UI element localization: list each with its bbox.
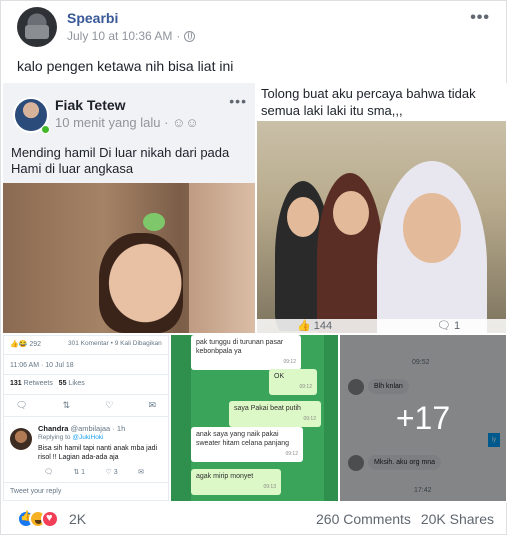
globe-icon[interactable]: [184, 30, 196, 42]
reply-icon: 🗨: [44, 469, 53, 476]
author-name[interactable]: Spearbi: [67, 10, 118, 26]
chat-time: 09:12: [303, 416, 316, 422]
post-timestamp[interactable]: July 10 at 10:36 AM: [67, 29, 172, 43]
retweets-count: 131: [10, 380, 22, 387]
chat-message-in: pak tunggu di turunan pasar kebonbpala y…: [191, 335, 301, 370]
reaction-bar: 👍 144 🗨 1: [257, 319, 506, 333]
likes-count: 55: [58, 380, 67, 387]
tweet-actions: 🗨 ⇅ ♡ ✉: [16, 400, 156, 411]
chat-text: saya Pakai beat putih: [234, 405, 301, 412]
reaction-summary: 👍😂 292: [10, 341, 42, 348]
reply-avatar: [10, 428, 32, 450]
chat-message-out: OK 09:12: [269, 369, 317, 395]
reply-author-handle: @ambilajaa · 1h: [70, 424, 126, 433]
author-avatar[interactable]: [17, 7, 57, 47]
post-header: Spearbi July 10 at 10:36 AM · •••: [17, 7, 494, 51]
chat-message-out: agak mirip monyet 09:13: [191, 469, 281, 495]
retweet-icon: ⇅ 1: [73, 469, 86, 476]
chat-message-out: saya Pakai beat putih 09:12: [229, 401, 321, 427]
chat-time: 09:12: [285, 451, 298, 457]
post-footer: 2K 260 Comments 20K Shares: [17, 509, 494, 531]
photo-tile-2[interactable]: Tolong buat aku percaya bahwa tidak semu…: [257, 83, 506, 333]
chat-message-in: anak saya yang naik pakai sweater hitam …: [191, 427, 303, 462]
meta-separator: ·: [176, 29, 181, 43]
reply-retweet-count: 1: [81, 469, 86, 476]
facebook-post: Spearbi July 10 at 10:36 AM · ••• kalo p…: [0, 0, 507, 535]
dm-icon: ✉: [148, 400, 156, 410]
blurred-region: [189, 183, 255, 333]
tweet-time: 11:06 AM · 10 Jul 18: [10, 362, 74, 369]
chat-text: OK: [274, 373, 285, 380]
tweet-reply-field: Tweet your reply: [10, 488, 62, 495]
face-shape: [333, 191, 369, 235]
screenshot-time-text: 10 menit yang lalu: [55, 115, 161, 130]
divider: [4, 482, 168, 483]
retweets-label: Retweets: [23, 380, 53, 387]
comment-count: 🗨 1: [437, 320, 461, 332]
chat-time: 09:13: [263, 484, 276, 490]
retweet-icon: ⇅: [62, 400, 71, 410]
reply-actions: 🗨 ⇅ 1 ♡ 3 ✉: [44, 468, 144, 476]
divider: [4, 354, 168, 355]
like-count-value: 144: [313, 320, 333, 332]
reply-text: Bisa sih hamil tapi nanti anak mba jadi …: [38, 445, 158, 461]
online-indicator-icon: [41, 125, 50, 134]
divider: [4, 374, 168, 375]
group-photo: [257, 121, 506, 333]
screenshot-time: 10 menit yang lalu · ☺☺: [55, 115, 199, 130]
photo-tile-1[interactable]: Fiak Tetew 10 menit yang lalu · ☺☺ ••• M…: [3, 83, 255, 333]
comment-share-summary: 301 Komentar • 9 Kali Dibagikan: [68, 340, 162, 347]
photo-grid: Fiak Tetew 10 menit yang lalu · ☺☺ ••• M…: [1, 83, 507, 503]
comments-count[interactable]: 260 Comments: [316, 511, 411, 527]
chat-text: anak saya yang naik pakai sweater hitam …: [196, 431, 290, 447]
replying-to-handle: @JukiHoki: [72, 434, 104, 441]
photo-tile-4[interactable]: pak tunggu di turunan pasar kebonbpala y…: [171, 335, 338, 501]
replying-to: Replying to @JukiHoki: [38, 434, 104, 441]
engagement-summary: 260 Comments 20K Shares: [316, 511, 494, 527]
divider: [4, 416, 168, 417]
more-photos-count[interactable]: +17: [340, 335, 506, 501]
chat-time: 09:12: [283, 359, 296, 365]
comment-count-value: 1: [454, 320, 461, 332]
reply-author-name: Chandra: [38, 424, 69, 433]
face-shape: [403, 193, 461, 263]
chat-background: [324, 335, 338, 501]
chat-text: pak tunggu di turunan pasar kebonbpala y…: [196, 339, 284, 355]
reactions[interactable]: [17, 510, 59, 528]
reply-author: Chandra @ambilajaa · 1h: [38, 424, 125, 433]
photo-tile-5[interactable]: 09:52 Blh knlan iy Mksih. aku org mna 17…: [340, 335, 506, 501]
replying-to-prefix: Replying to: [38, 434, 71, 441]
chat-text: agak mirip monyet: [196, 473, 254, 480]
photo-face: [99, 233, 183, 333]
reaction-count[interactable]: 2K: [69, 511, 86, 527]
screenshot-author-name: Fiak Tetew: [55, 97, 126, 113]
chat-time: 09:12: [299, 384, 312, 390]
screenshot-post-text: Mending hamil Di luar nikah dari pada Ha…: [11, 145, 230, 176]
likes-label: Likes: [68, 380, 85, 387]
photo-tile-3[interactable]: 👍😂 292 301 Komentar • 9 Kali Dibagikan 1…: [3, 335, 169, 501]
tweet-stats: 131 Retweets 55 Likes: [10, 380, 85, 387]
meme-caption: Tolong buat aku percaya bahwa tidak semu…: [261, 86, 476, 118]
heart-icon: ♡: [105, 400, 114, 410]
more-horizontal-icon[interactable]: •••: [470, 9, 490, 27]
friends-icon: ☺☺: [172, 115, 199, 130]
dm-icon: ✉: [138, 469, 144, 476]
shares-count[interactable]: 20K Shares: [421, 511, 494, 527]
reply-like-count: 3: [113, 469, 118, 476]
post-meta: July 10 at 10:36 AM ·: [67, 29, 196, 43]
reaction-summary-count: 292: [29, 341, 42, 348]
face-shape: [287, 197, 319, 237]
screenshot-more-icon: •••: [229, 93, 247, 109]
love-reaction-icon: [41, 510, 59, 528]
heart-icon: ♡ 3: [105, 469, 118, 476]
like-count: 👍 144: [297, 320, 333, 332]
chat-background: [171, 335, 191, 501]
post-caption: kalo pengen ketawa nih bisa liat ini: [17, 58, 234, 74]
hair-clip: [143, 213, 165, 231]
reply-icon: 🗨: [16, 400, 28, 410]
divider: [4, 394, 168, 395]
